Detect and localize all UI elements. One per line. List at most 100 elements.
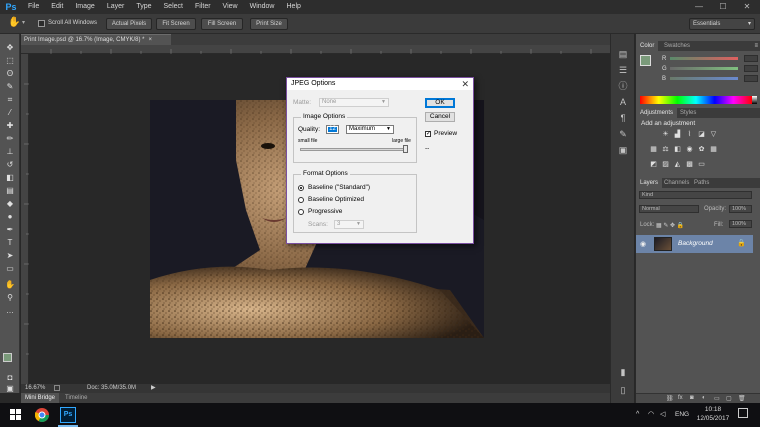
menu-select[interactable]: Select [158,0,189,14]
slider-b[interactable]: B [662,75,758,82]
foreground-color-swatch[interactable] [3,353,12,362]
layer-name[interactable]: Background [678,240,713,247]
notifications-icon[interactable] [738,408,748,418]
shape-tool-icon[interactable]: ▭ [3,263,17,274]
language-indicator[interactable]: ENG [675,411,689,418]
color-lookup-icon[interactable]: ▦ [709,146,718,154]
grayscale-ramp[interactable] [752,96,757,104]
tab-mini-bridge[interactable]: Mini Bridge [21,393,60,403]
invert-icon[interactable]: ◩ [649,161,658,169]
link-layers-icon[interactable]: ⛓ [666,395,674,402]
radio-progressive[interactable] [298,209,304,215]
levels-icon[interactable]: ▟ [673,131,682,139]
layer-row-background[interactable]: ◉ Background 🔒 [636,235,753,253]
character-panel-icon[interactable]: A [617,96,629,108]
layer-filter-kind[interactable]: Kind [639,191,752,199]
fit-screen-button[interactable]: Fit Screen [156,18,196,30]
fill-screen-button[interactable]: Fill Screen [201,18,243,30]
quick-select-tool-icon[interactable]: ✎ [3,81,17,92]
slider-r-track[interactable] [670,57,738,60]
windows-start-icon[interactable] [8,407,24,423]
tab-adjustments[interactable]: Adjustments [636,108,678,118]
radio-baseline-standard[interactable] [298,185,304,191]
tab-swatches[interactable]: Swatches [660,41,694,51]
clock-date[interactable]: 12/05/2017 [694,415,732,422]
quality-slider[interactable] [300,148,408,151]
close-window-button[interactable]: ✕ [736,0,758,14]
exposure-icon[interactable]: ◪ [697,131,706,139]
slider-b-track[interactable] [670,77,738,80]
gradient-tool-icon[interactable]: ▤ [3,185,17,196]
vibrance-icon[interactable]: ▽ [709,131,718,139]
properties-panel-icon[interactable]: ☰ [617,64,629,76]
gradient-map-icon[interactable]: ▭ [697,161,706,169]
minimize-button[interactable]: — [688,0,710,14]
actual-pixels-button[interactable]: Actual Pixels [106,18,152,30]
layer-mask-icon[interactable]: ◙ [690,395,694,401]
document-tab[interactable]: Print Image.psd @ 16.7% (Image, CMYK/8) … [21,34,171,45]
photo-filter-icon[interactable]: ◉ [685,146,694,154]
crop-tool-icon[interactable]: ⌗ [3,94,17,105]
tray-overflow-icon[interactable]: ^ [636,411,639,418]
curves-icon[interactable]: ⌇ [685,131,694,139]
tab-color[interactable]: Color [636,41,659,51]
zoom-level[interactable]: 16.67% [25,384,45,393]
new-layer-icon[interactable]: ▢ [726,395,732,402]
screen-mode-icon[interactable]: ▣ [3,383,17,394]
tab-layers[interactable]: Layers [636,178,663,188]
close-tab-icon[interactable]: × [148,37,152,43]
layer-style-icon[interactable]: fx [678,395,683,401]
status-export-icon[interactable] [54,385,60,391]
more-tools-icon[interactable]: … [3,305,17,316]
clock-time[interactable]: 10:18 [702,406,724,413]
volume-icon[interactable]: ◁ [660,410,665,418]
quality-preset-select[interactable]: Maximum ▼ [346,125,394,134]
menu-type[interactable]: Type [130,0,157,14]
selective-color-icon[interactable]: ▩ [685,161,694,169]
photoshop-taskbar-icon[interactable]: Ps [60,407,76,423]
clipboard-icon[interactable]: ▯ [617,384,629,396]
history-brush-tool-icon[interactable]: ↺ [3,159,17,170]
slider-g[interactable]: G [662,65,758,72]
quick-mask-icon[interactable]: ◘ [3,372,17,383]
zoom-tool-icon[interactable]: ⚲ [3,292,17,303]
tab-paths[interactable]: Paths [690,178,713,188]
marquee-tool-icon[interactable]: ⬚ [3,55,17,66]
blend-mode-select[interactable]: Normal [639,205,699,213]
menu-image[interactable]: Image [69,0,100,14]
type-tool-icon[interactable]: T [3,237,17,248]
channel-mixer-icon[interactable]: ✿ [697,146,706,154]
hue-saturation-icon[interactable]: ▦ [649,146,658,154]
maximize-button[interactable]: ☐ [712,0,734,14]
slider-g-track[interactable] [670,67,738,70]
brightness-contrast-icon[interactable]: ☀ [661,131,670,139]
brush-tool-icon[interactable]: ✏ [3,133,17,144]
preview-checkbox[interactable]: ✓ [425,131,431,137]
paragraph-panel-icon[interactable]: ¶ [617,112,629,124]
color-balance-icon[interactable]: ⚖ [661,146,670,154]
tool-preset-chevron-icon[interactable]: ▾ [22,19,25,26]
blur-tool-icon[interactable]: ◆ [3,198,17,209]
panel-menu-icon[interactable]: ≡ [754,41,758,51]
color-panel-foreground[interactable] [640,55,651,66]
clone-stamp-tool-icon[interactable]: ⊥ [3,146,17,157]
close-icon[interactable]: ✕ [461,78,469,90]
opacity-field[interactable]: 100% [729,205,752,213]
trash-icon[interactable]: 🗑 [738,395,746,402]
menu-window[interactable]: Window [244,0,281,14]
chrome-icon[interactable] [34,407,50,423]
posterize-icon[interactable]: ▨ [661,161,670,169]
eyedropper-tool-icon[interactable]: ⁄ [3,107,17,118]
tool-presets-icon[interactable]: ▣ [617,144,629,156]
wifi-icon[interactable]: ◠ [648,410,654,418]
eye-icon[interactable]: ◉ [640,240,646,248]
pen-tool-icon[interactable]: ✒ [3,224,17,235]
print-size-button[interactable]: Print Size [250,18,288,30]
slider-r-value[interactable] [744,55,758,62]
lock-icons[interactable]: ▦ ✎ ✥ 🔒 [656,222,684,229]
camera-icon[interactable]: ▮ [617,366,629,378]
color-spectrum[interactable] [640,96,752,104]
group-icon[interactable]: ▭ [714,395,720,402]
slider-r[interactable]: R [662,55,758,62]
menu-help[interactable]: Help [281,0,307,14]
